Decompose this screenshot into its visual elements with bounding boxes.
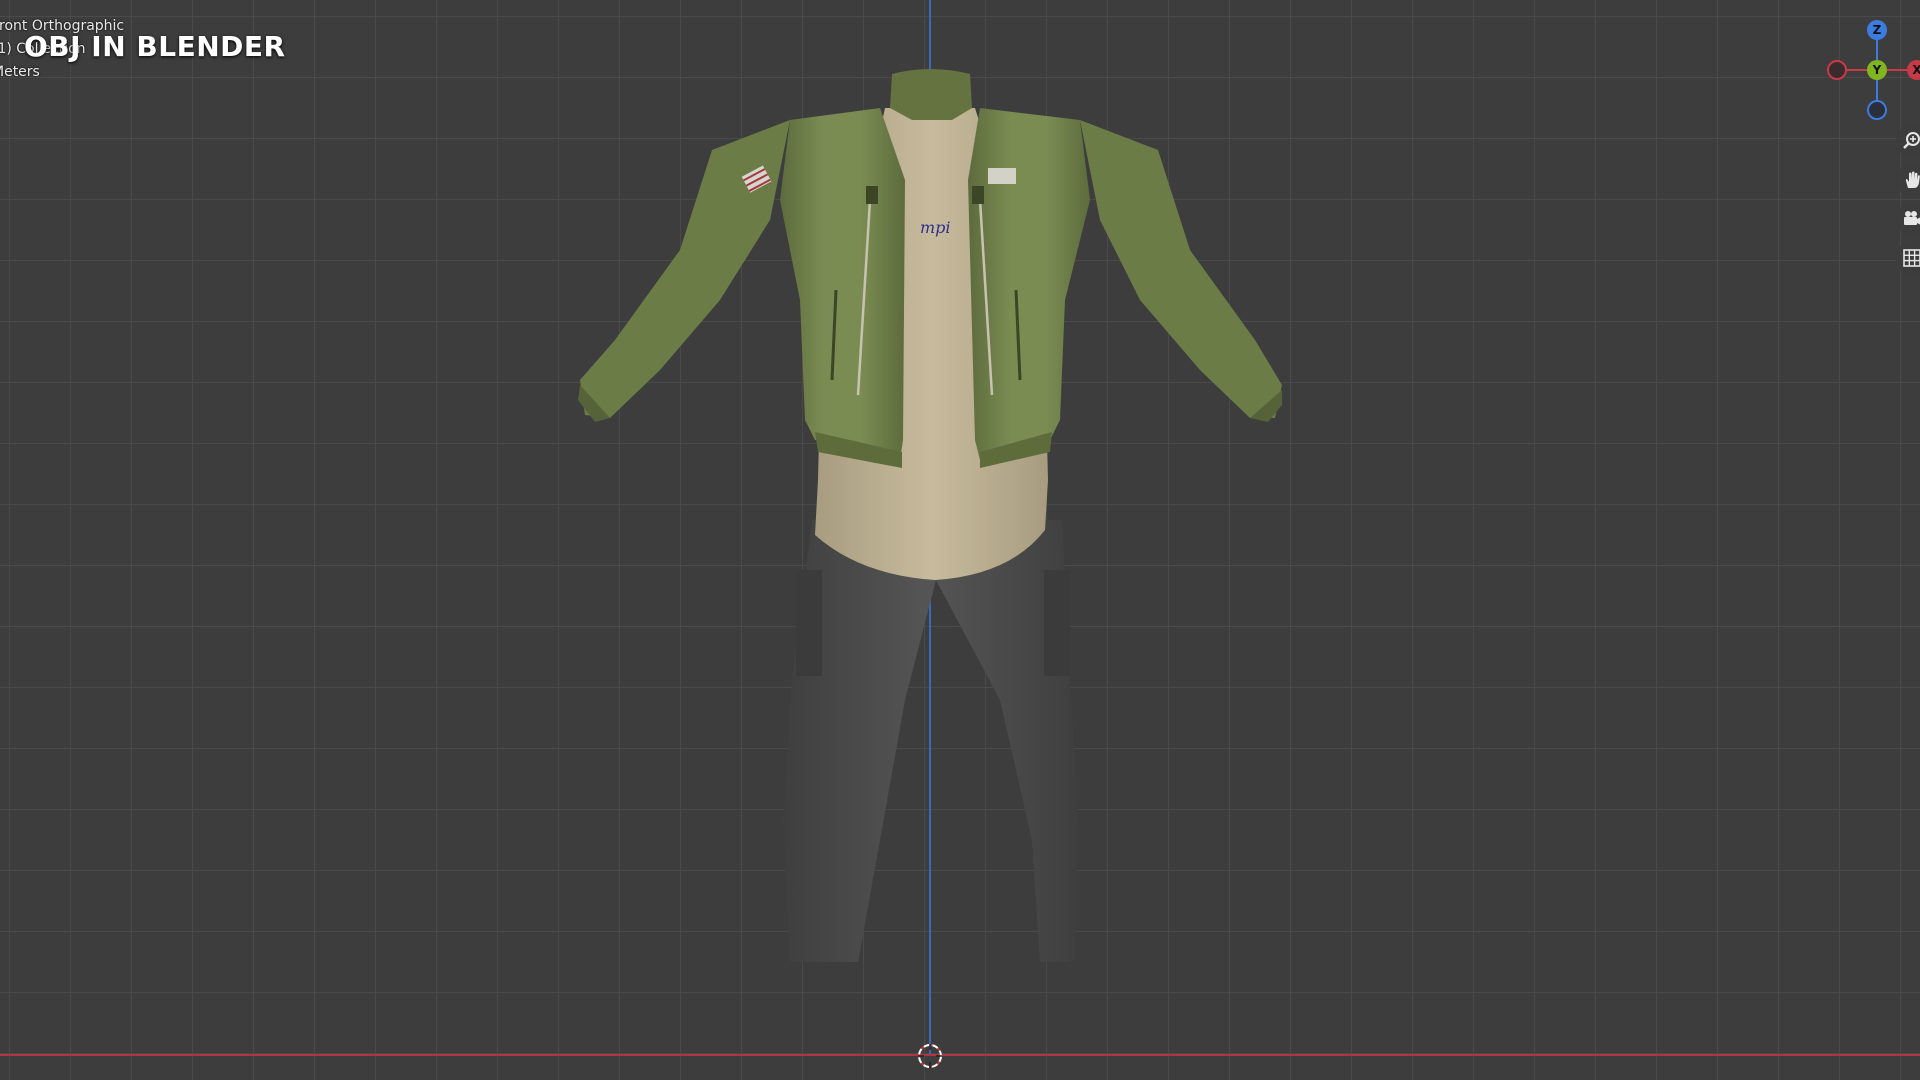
y-axis-label: Y xyxy=(1872,63,1882,77)
z-axis-label: Z xyxy=(1873,23,1882,37)
camera-icon xyxy=(1904,211,1920,225)
clothing-model[interactable]: mpi xyxy=(0,0,1920,1080)
navigation-gizmo[interactable]: Z X Y xyxy=(1820,14,1920,124)
neg-z-axis-handle[interactable] xyxy=(1867,100,1887,120)
zoom-button[interactable] xyxy=(1896,124,1920,158)
pants xyxy=(783,520,1078,962)
video-title-overlay: OBJ IN BLENDER xyxy=(24,30,286,63)
x-axis-label: X xyxy=(1912,63,1920,77)
svg-text:mpi: mpi xyxy=(920,218,951,237)
navigation-tools xyxy=(1896,124,1920,280)
units-label: Meters xyxy=(0,64,40,80)
3d-viewport[interactable]: mpi Front Orthographic (1) Collection et… xyxy=(0,0,1920,1080)
pan-button[interactable] xyxy=(1896,163,1920,197)
zoom-icon xyxy=(1903,132,1920,149)
hand-icon xyxy=(1905,171,1920,188)
ortho-toggle-button[interactable] xyxy=(1896,241,1920,275)
x-axis-line xyxy=(0,1054,1920,1056)
neg-x-axis-handle[interactable] xyxy=(1827,60,1847,80)
grid-icon xyxy=(1903,249,1920,267)
camera-view-button[interactable] xyxy=(1896,202,1920,236)
3d-cursor-icon[interactable] xyxy=(916,1042,944,1070)
